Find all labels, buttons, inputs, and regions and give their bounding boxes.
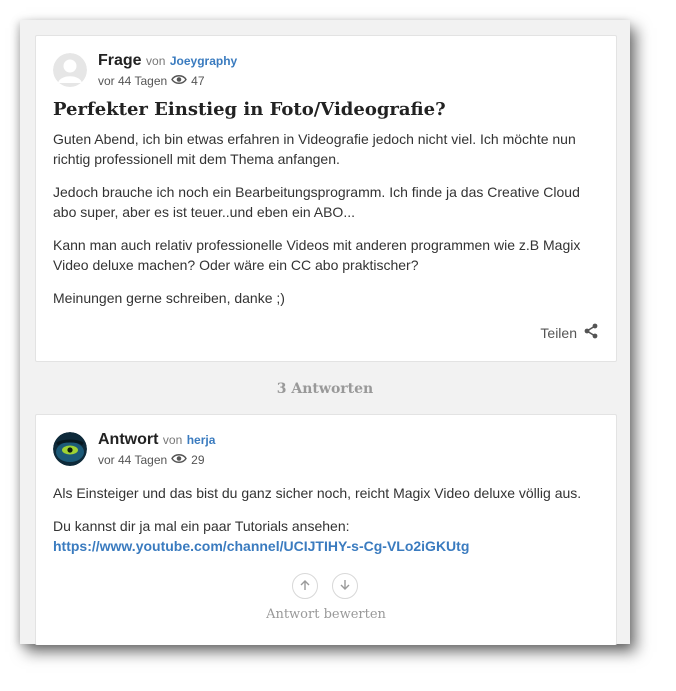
answer-card: Antwort von herja vor 44 Tagen 29 Als Ei…: [35, 414, 617, 645]
answers-count: 3 Antworten: [276, 381, 374, 397]
answer-avatar[interactable]: [53, 432, 87, 466]
question-views: 47: [191, 74, 205, 88]
answer-views: 29: [191, 453, 205, 467]
eye-icon: [171, 453, 187, 467]
screenshot-frame: Frage von Joeygraphy vor 44 Tagen 47 Per…: [20, 20, 630, 645]
downvote-button[interactable]: [332, 573, 358, 599]
question-age: vor 44 Tagen: [98, 74, 168, 88]
answer-by-label: von: [162, 433, 183, 447]
downvote-arrow-icon: [339, 578, 351, 594]
eye-icon: [171, 74, 187, 88]
share-icon: [583, 323, 599, 342]
answer-age: vor 44 Tagen: [98, 453, 168, 467]
question-paragraph: Jedoch brauche ich noch ein Bearbeitungs…: [53, 184, 580, 220]
question-by-label: von: [146, 54, 166, 68]
rate-answer-label: Antwort bewerten: [266, 607, 386, 622]
answer-author-line: Antwort von herja: [98, 431, 215, 449]
answer-paragraph: Du kannst dir ja mal ein paar Tutorials …: [53, 518, 350, 534]
answer-paragraph: Als Einsteiger und das bist du ganz sich…: [53, 485, 582, 501]
question-title: Perfekter Einstieg in Foto/Videografie?: [53, 99, 446, 120]
upvote-button[interactable]: [292, 573, 318, 599]
youtube-channel-link[interactable]: https://www.youtube.com/channel/UCIJTIHY…: [53, 538, 469, 554]
answer-kind-label: Antwort: [98, 431, 159, 448]
question-paragraph: Guten Abend, ich bin etwas erfahren in V…: [53, 131, 576, 167]
question-body: Guten Abend, ich bin etwas erfahren in V…: [53, 129, 603, 321]
upvote-arrow-icon: [299, 578, 311, 594]
question-paragraph: Meinungen gerne schreiben, danke ;): [53, 290, 285, 306]
share-label: Teilen: [540, 324, 577, 341]
answer-meta: vor 44 Tagen 29: [98, 453, 205, 467]
question-meta: vor 44 Tagen 47: [98, 74, 205, 88]
share-button[interactable]: Teilen: [540, 323, 599, 342]
answer-body: Als Einsteiger und das bist du ganz sich…: [53, 483, 603, 556]
question-avatar[interactable]: [53, 53, 87, 87]
question-user-link[interactable]: Joeygraphy: [170, 54, 237, 68]
vote-controls: [292, 573, 358, 599]
question-card: Frage von Joeygraphy vor 44 Tagen 47 Per…: [35, 35, 617, 362]
answer-user-link[interactable]: herja: [187, 433, 216, 447]
question-kind-label: Frage: [98, 52, 142, 69]
question-author-line: Frage von Joeygraphy: [98, 52, 237, 70]
question-paragraph: Kann man auch relativ professionelle Vid…: [53, 237, 581, 273]
